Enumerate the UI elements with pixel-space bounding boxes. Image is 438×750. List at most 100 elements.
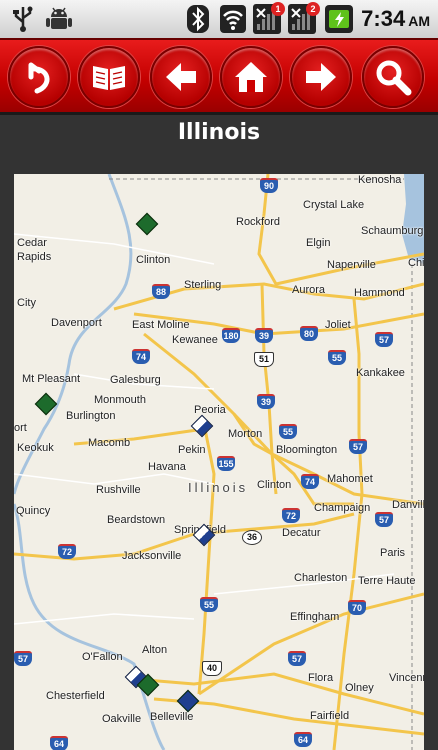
city-label: Schaumburg bbox=[361, 225, 424, 237]
city-label: O'Fallon bbox=[82, 651, 123, 663]
city-label: Aurora bbox=[292, 284, 326, 296]
city-label: Burlington bbox=[66, 410, 116, 422]
city-label: Monmouth bbox=[94, 394, 146, 406]
next-button[interactable] bbox=[290, 46, 352, 108]
city-label: Clinton bbox=[257, 479, 292, 491]
city-label: Clinton bbox=[136, 254, 171, 266]
city-label: Mahomet bbox=[327, 473, 373, 485]
city-label: Peoria bbox=[194, 404, 226, 416]
city-label: Champaign bbox=[314, 502, 371, 514]
city-label: Elgin bbox=[306, 237, 331, 249]
highway-shield: 90 bbox=[260, 178, 278, 193]
highway-shield: 57 bbox=[349, 439, 367, 454]
city-label: Mt Pleasant bbox=[22, 373, 81, 385]
city-label: Kankakee bbox=[356, 367, 405, 379]
highway-shield: 39 bbox=[257, 394, 275, 409]
city-label: Morton bbox=[228, 428, 263, 440]
highway-shield: 74 bbox=[132, 349, 150, 364]
highway-shield: 55 bbox=[328, 350, 346, 365]
highway-shield: 57 bbox=[288, 651, 306, 666]
signal-badge: 1 bbox=[271, 2, 285, 16]
city-label: Rushville bbox=[96, 484, 141, 496]
back-button[interactable] bbox=[8, 46, 70, 108]
highway-shield: 64 bbox=[294, 732, 312, 747]
city-label: Crystal Lake bbox=[303, 199, 365, 211]
highway-shield: 40 bbox=[202, 661, 222, 676]
search-button[interactable] bbox=[362, 46, 424, 108]
signal-icon: 2 bbox=[288, 2, 320, 34]
city-label: City bbox=[17, 297, 36, 309]
signal-badge: 2 bbox=[306, 2, 320, 16]
map-view[interactable]: Kenosha Crystal Lake Rockford Elgin Scha… bbox=[14, 174, 424, 750]
usb-icon bbox=[13, 6, 33, 32]
highway-shield: 180 bbox=[222, 328, 240, 343]
city-label: Chesterfield bbox=[46, 690, 105, 702]
home-icon bbox=[235, 62, 267, 92]
city-label: Cedar bbox=[17, 237, 47, 249]
city-label: Jacksonville bbox=[122, 550, 182, 562]
city-label: ort bbox=[14, 422, 27, 434]
arrow-right-icon bbox=[306, 63, 336, 91]
highway-shield: 155 bbox=[217, 456, 235, 471]
city-label: Paris bbox=[380, 547, 406, 559]
city-label: Rockford bbox=[236, 216, 281, 228]
bluetooth-icon bbox=[187, 5, 209, 33]
city-label: Belleville bbox=[150, 711, 194, 723]
city-label: Naperville bbox=[327, 259, 376, 271]
search-icon bbox=[376, 60, 412, 96]
wifi-icon bbox=[220, 5, 246, 33]
signal-icon: 1 bbox=[253, 2, 285, 34]
city-label: Decatur bbox=[282, 527, 321, 539]
city-label: Rapids bbox=[17, 251, 52, 263]
city-label: Hammond bbox=[354, 287, 405, 299]
city-label: Olney bbox=[345, 682, 374, 694]
book-icon bbox=[93, 66, 125, 90]
city-label: Oakville bbox=[102, 713, 142, 725]
city-label: Galesburg bbox=[110, 374, 161, 386]
highway-shield: 70 bbox=[348, 600, 366, 615]
highway-shield: 74 bbox=[301, 474, 319, 489]
highway-shield: 55 bbox=[279, 424, 297, 439]
city-label: Joliet bbox=[325, 319, 351, 331]
home-button[interactable] bbox=[220, 46, 282, 108]
highway-shield: 72 bbox=[58, 544, 76, 559]
highway-shield: 80 bbox=[300, 326, 318, 341]
back-icon bbox=[28, 62, 50, 94]
city-label: Kenosha bbox=[358, 174, 402, 186]
highway-shield: 36 bbox=[242, 530, 262, 545]
highway-shield: 72 bbox=[282, 508, 300, 523]
highway-shield: 39 bbox=[255, 328, 273, 343]
highway-shield: 64 bbox=[50, 736, 68, 750]
city-label: Chi bbox=[408, 257, 424, 269]
city-label: Alton bbox=[142, 644, 168, 656]
city-label: Flora bbox=[308, 672, 334, 684]
clock-ampm: AM bbox=[408, 13, 430, 29]
highway-shield: 55 bbox=[200, 597, 218, 612]
city-label: Pekin bbox=[178, 444, 206, 456]
city-label: Davenport bbox=[51, 317, 102, 329]
battery-charging-icon bbox=[325, 5, 353, 33]
arrow-left-icon bbox=[166, 63, 196, 91]
android-debug-icon bbox=[46, 7, 72, 29]
previous-button[interactable] bbox=[150, 46, 212, 108]
city-label: Danville bbox=[392, 499, 424, 511]
highway-shield: 51 bbox=[254, 352, 274, 367]
city-label: Bloomington bbox=[276, 444, 338, 456]
city-label: Macomb bbox=[88, 437, 131, 449]
city-label: Fairfield bbox=[310, 710, 350, 722]
city-label: Havana bbox=[148, 461, 186, 473]
city-label: Vincenne bbox=[389, 672, 424, 684]
city-label: Terre Haute bbox=[358, 575, 416, 587]
toolbar bbox=[0, 38, 438, 115]
clock: 7:34 AM bbox=[361, 4, 430, 36]
city-label: Effingham bbox=[290, 611, 340, 623]
city-label: Beardstown bbox=[107, 514, 166, 526]
clock-time: 7:34 bbox=[361, 6, 406, 31]
highway-shield: 88 bbox=[152, 284, 170, 299]
city-label: East Moline bbox=[132, 319, 190, 331]
city-label: Kewanee bbox=[172, 334, 218, 346]
highway-shield: 57 bbox=[375, 512, 393, 527]
book-button[interactable] bbox=[78, 46, 140, 108]
highway-shield: 57 bbox=[375, 332, 393, 347]
city-label: Keokuk bbox=[17, 442, 54, 454]
